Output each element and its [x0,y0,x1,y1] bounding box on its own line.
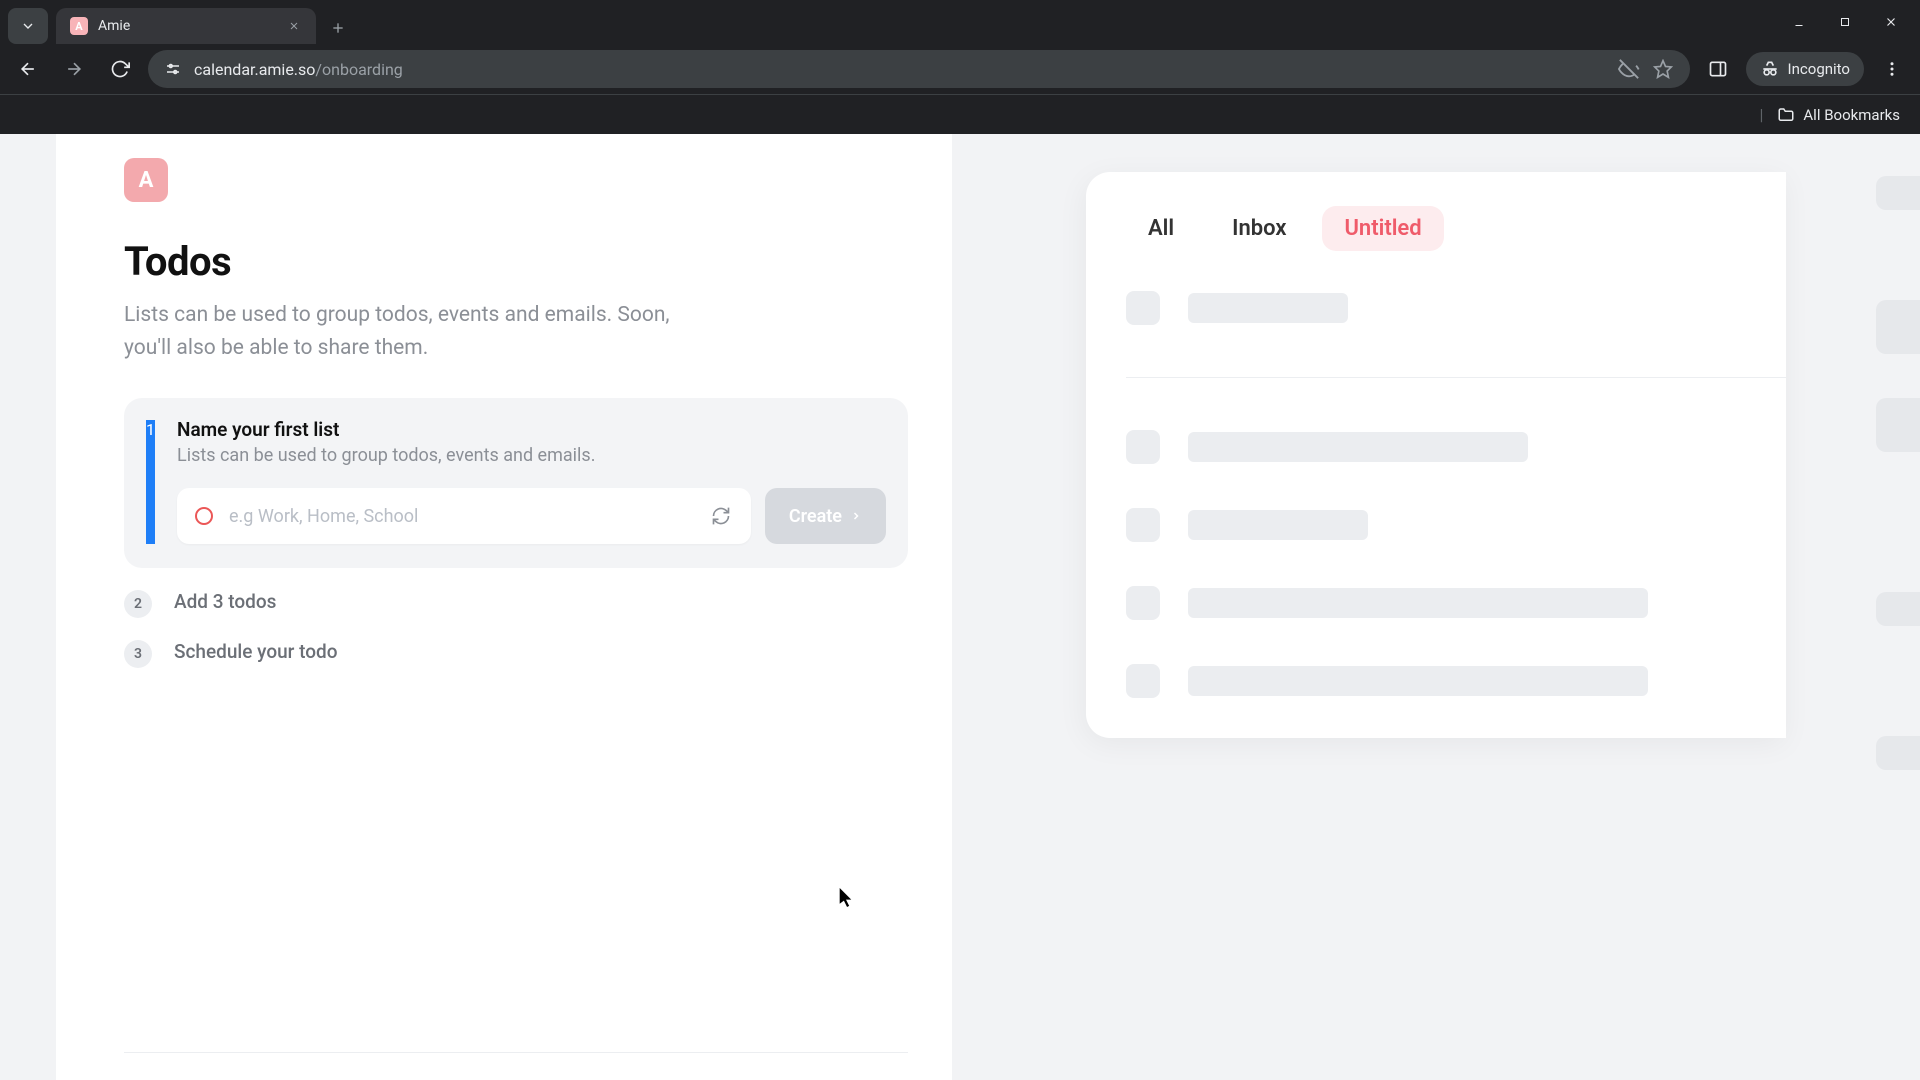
onboarding-panel: A Todos Lists can be used to group todos… [56,134,952,1080]
shuffle-color-button[interactable] [709,504,733,528]
reload-icon [110,59,130,79]
skeleton-bar [1188,666,1648,696]
minimize-icon [1793,16,1805,28]
chevron-right-icon [850,510,862,522]
onboarding-footer: Back Continue [124,1052,908,1080]
maximize-icon [1839,16,1851,28]
kebab-menu-button[interactable] [1874,51,1910,87]
page-title: Todos [124,238,908,285]
create-button-label: Create [789,506,842,527]
back-button[interactable] [10,51,46,87]
page-viewport: A Todos Lists can be used to group todos… [0,134,1920,1080]
close-tab-button[interactable] [286,18,302,34]
list-name-input[interactable] [229,506,693,527]
skeleton-square [1126,586,1160,620]
bookmark-button[interactable] [1652,58,1674,80]
step-number-badge: 2 [124,590,152,618]
privacy-indicator[interactable] [1618,58,1640,80]
step-1-card: 1 Name your first list Lists can be used… [124,398,908,568]
tab-amie[interactable]: A Amie [56,8,316,44]
close-icon [288,20,300,32]
incognito-chip[interactable]: Incognito [1746,52,1864,86]
favicon-icon: A [70,17,88,35]
edge-stubs [1840,176,1920,770]
bookmarks-bar: | All Bookmarks [0,94,1920,134]
skeleton-divider [1126,377,1786,378]
divider: | [1759,105,1763,124]
step-1-subtitle: Lists can be used to group todos, events… [177,445,886,466]
steps-list: 1 Name your first list Lists can be used… [124,398,908,668]
todo-preview-panel: All Inbox Untitled [1086,172,1786,738]
preview-tabs: All Inbox Untitled [1126,206,1786,251]
close-window-button[interactable] [1868,6,1914,38]
arrow-right-icon [64,59,84,79]
skeleton-bar [1188,588,1648,618]
step-number-badge: 3 [124,640,152,668]
app-logo: A [124,158,168,202]
maximize-button[interactable] [1822,6,1868,38]
step-3-label: Schedule your todo [174,640,338,668]
step-2-label: Add 3 todos [174,590,276,618]
all-bookmarks-button[interactable]: All Bookmarks [1777,106,1900,124]
skeleton-list [1126,291,1786,698]
plus-icon [330,20,346,36]
folder-icon [1777,106,1795,124]
incognito-icon [1760,59,1780,79]
refresh-icon [711,506,731,526]
step-number-badge: 1 [146,420,155,544]
skeleton-square [1126,664,1160,698]
browser-toolbar: calendar.amie.so/onboarding Incognito [0,44,1920,94]
edge-stub [1876,300,1920,354]
skeleton-square [1126,508,1160,542]
tab-strip: A Amie [0,0,1920,44]
skeleton-bar [1188,432,1528,462]
tab-search-button[interactable] [8,8,48,44]
star-icon [1653,59,1673,79]
skeleton-bar [1188,510,1368,540]
browser-chrome: A Amie [0,0,1920,134]
skeleton-row [1126,586,1786,620]
panel-icon [1708,59,1728,79]
tab-untitled[interactable]: Untitled [1322,206,1443,251]
step-3: 3 Schedule your todo [124,640,908,668]
skeleton-square [1126,291,1160,325]
tab-inbox[interactable]: Inbox [1210,206,1308,251]
edge-stub [1876,592,1920,626]
reload-button[interactable] [102,51,138,87]
chevron-down-icon [20,18,36,34]
forward-button[interactable] [56,51,92,87]
skeleton-row [1126,508,1786,542]
edge-stub [1876,398,1920,452]
color-picker-dot[interactable] [195,507,213,525]
skeleton-square [1126,430,1160,464]
eye-off-icon [1618,58,1640,80]
close-icon [1884,15,1898,29]
site-settings-button[interactable] [164,60,182,78]
create-button[interactable]: Create [765,488,886,544]
tab-title: Amie [98,18,276,34]
tune-icon [164,60,182,78]
skeleton-bar [1188,293,1348,323]
skeleton-row [1126,664,1786,698]
edge-stub [1876,736,1920,770]
url-text: calendar.amie.so/onboarding [194,60,1606,79]
step-1-title: Name your first list [177,418,886,441]
arrow-left-icon [18,59,38,79]
minimize-button[interactable] [1776,6,1822,38]
step-2: 2 Add 3 todos [124,590,908,618]
incognito-label: Incognito [1788,60,1850,78]
side-panel-button[interactable] [1700,51,1736,87]
tab-all[interactable]: All [1126,206,1196,251]
address-bar[interactable]: calendar.amie.so/onboarding [148,50,1690,88]
page-description: Lists can be used to group todos, events… [124,299,684,364]
skeleton-row [1126,291,1786,325]
new-tab-button[interactable] [322,12,354,44]
window-controls [1776,6,1914,38]
edge-stub [1876,176,1920,210]
skeleton-row [1126,430,1786,464]
kebab-icon [1883,60,1901,78]
all-bookmarks-label: All Bookmarks [1803,106,1900,124]
list-name-input-wrapper[interactable] [177,488,751,544]
